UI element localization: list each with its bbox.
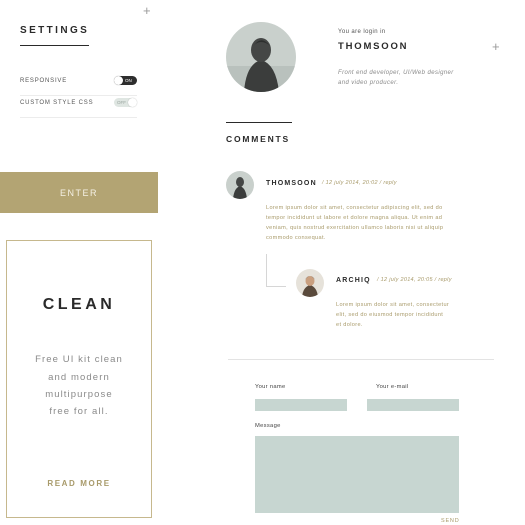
comment-avatar: [296, 269, 324, 297]
setting-label-responsive: RESPONSIVE: [20, 78, 68, 84]
comment-body-line: Lorem ipsum dolor sit amet, consectetur: [336, 302, 450, 308]
reply-thread-connector: [266, 254, 286, 287]
profile-avatar: [226, 22, 296, 92]
clean-card-description-line: and modern: [48, 372, 110, 383]
profile-bio-line: Front end developer, UI/Web designer: [338, 70, 454, 76]
comment-meta-reply-link[interactable]: / 12 july 2014, 20:05 / reply: [377, 277, 452, 283]
comment-body-line: commodo consequat.: [266, 235, 326, 241]
setting-row-custom-css: CUSTOM STYLE CSS OFF: [20, 95, 137, 118]
section-divider: [228, 359, 494, 360]
clean-card: CLEAN Free UI kit clean and modern multi…: [6, 240, 152, 518]
settings-title-underline: [20, 45, 89, 46]
comment-body-line: tempor incididunt ut labore et dolore ma…: [266, 215, 443, 221]
toggle-knob: [128, 98, 137, 107]
toggle-knob: [114, 76, 123, 85]
settings-panel: + SETTINGS RESPONSIVE ON CUSTOM STYLE CS…: [0, 0, 160, 170]
message-field-label: Message: [255, 423, 281, 429]
setting-row-responsive: RESPONSIVE ON: [20, 73, 137, 96]
comment-body-line: et dolore.: [336, 322, 363, 328]
send-button[interactable]: SEND: [441, 518, 459, 524]
toggle-state-text: ON: [125, 78, 132, 83]
settings-title: SETTINGS: [20, 25, 90, 36]
profile-bio-line: and video producer.: [338, 80, 399, 86]
comment-avatar: [226, 171, 254, 199]
profile-name: THOMSOON: [338, 41, 409, 52]
comment-body-line: elit, sed do eiusmod tempor incididunt: [336, 312, 444, 318]
read-more-link[interactable]: READ MORE: [7, 479, 151, 488]
profile-expand-plus-icon[interactable]: +: [492, 40, 500, 54]
settings-expand-plus-icon[interactable]: +: [143, 4, 151, 18]
clean-card-description-line: Free UI kit clean: [35, 354, 123, 365]
name-field-label: Your name: [255, 384, 286, 390]
comment-author: ARCHIQ: [336, 277, 371, 284]
comment-body-line: Lorem ipsum dolor sit amet, consectetur …: [266, 205, 443, 211]
comment-author: THOMSOON: [266, 180, 317, 187]
clean-card-heading: CLEAN: [42, 296, 116, 313]
enter-button-label: ENTER: [59, 187, 98, 198]
custom-css-toggle[interactable]: OFF: [114, 98, 137, 107]
email-input[interactable]: [367, 399, 459, 411]
toggle-state-text: OFF: [117, 100, 126, 105]
login-status-text: You are login in: [338, 29, 386, 35]
comments-title: COMMENTS: [226, 134, 290, 144]
comment-meta-reply-link[interactable]: / 12 july 2014, 20:02 / reply: [322, 180, 397, 186]
comments-title-overline: [226, 122, 292, 123]
enter-button[interactable]: ENTER: [0, 172, 158, 213]
message-textarea[interactable]: [255, 436, 459, 513]
email-field-label: Your e-mail: [376, 384, 409, 390]
setting-label-custom-css: CUSTOM STYLE CSS: [20, 100, 94, 106]
responsive-toggle[interactable]: ON: [114, 76, 137, 85]
comment-body-line: veniam, quis nostrud exercitation ullamc…: [266, 225, 444, 231]
name-input[interactable]: [255, 399, 347, 411]
clean-card-description-line: multipurpose: [45, 389, 113, 400]
clean-card-description-line: free for all.: [49, 406, 109, 417]
